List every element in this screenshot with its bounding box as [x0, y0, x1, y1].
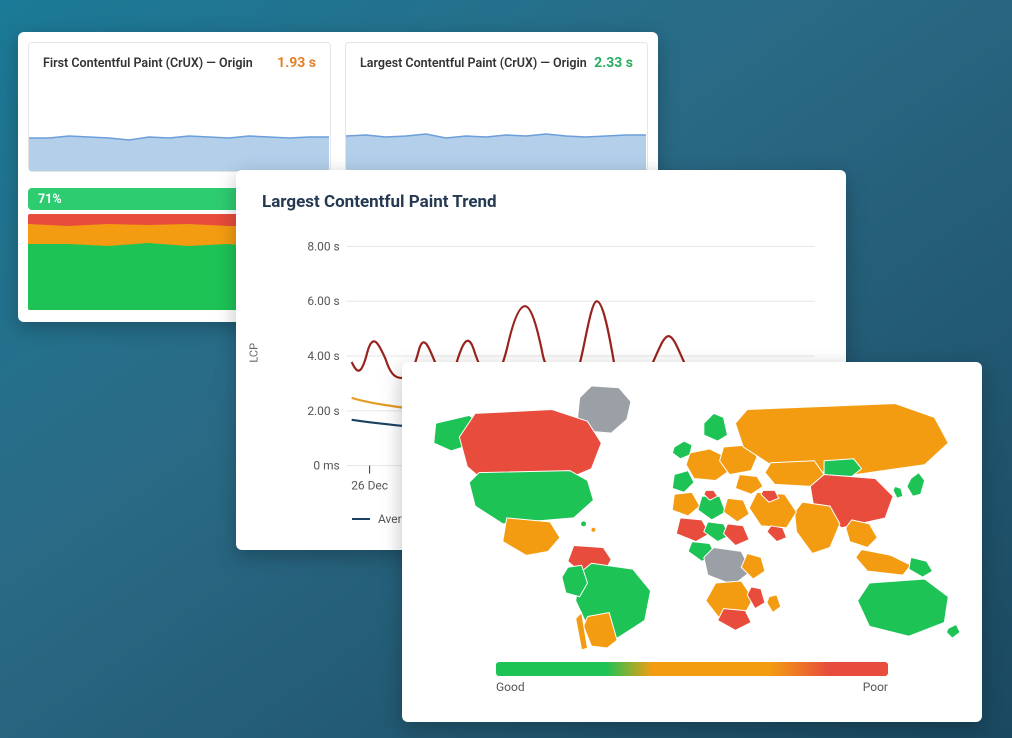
fcp-value: 1.93 s	[277, 55, 316, 71]
legend-swatch-average	[352, 518, 370, 520]
lcp-mini-chart[interactable]: Largest Contentful Paint (CrUX) — Origin…	[345, 42, 648, 172]
trend-title: Largest Contentful Paint Trend	[262, 192, 820, 212]
trend-x-tick: 26 Dec	[351, 479, 388, 493]
world-map-card: Good Poor	[402, 362, 982, 722]
trend-y-axis-label: LCP	[248, 343, 261, 363]
world-map[interactable]	[416, 374, 968, 652]
map-legend-gradient	[496, 662, 888, 676]
lcp-value: 2.33 s	[594, 55, 633, 71]
lcp-sparkline	[346, 116, 646, 171]
svg-text:4.00 s: 4.00 s	[307, 349, 339, 363]
map-legend-poor-label: Poor	[863, 680, 888, 694]
mini-charts-row: First Contentful Paint (CrUX) — Origin 1…	[18, 32, 658, 182]
map-legend-good-label: Good	[496, 680, 525, 694]
svg-text:6.00 s: 6.00 s	[307, 294, 339, 308]
fcp-title: First Contentful Paint (CrUX) — Origin	[43, 56, 253, 71]
svg-text:2.00 s: 2.00 s	[307, 404, 339, 418]
svg-text:0 ms: 0 ms	[313, 459, 339, 473]
fcp-mini-chart[interactable]: First Contentful Paint (CrUX) — Origin 1…	[28, 42, 331, 172]
fcp-sparkline	[29, 116, 329, 171]
map-legend: Good Poor	[496, 662, 888, 694]
lcp-title: Largest Contentful Paint (CrUX) — Origin	[360, 56, 587, 71]
svg-text:8.00 s: 8.00 s	[307, 239, 339, 253]
percent-good-label: 71%	[38, 192, 62, 207]
